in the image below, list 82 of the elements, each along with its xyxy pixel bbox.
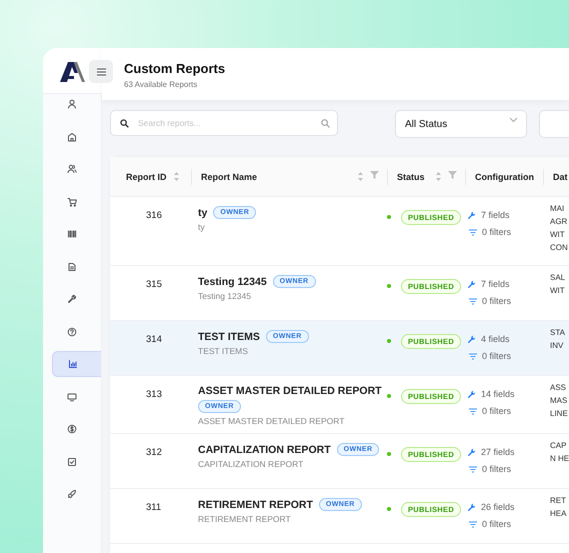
logo-icon: [60, 61, 85, 83]
column-title: Status: [397, 172, 425, 182]
filters-count: 0 filters: [467, 227, 543, 237]
menu-button[interactable]: [89, 60, 113, 83]
building-icon: [67, 132, 77, 142]
wrench-icon: [467, 448, 476, 456]
report-name[interactable]: ty: [198, 206, 208, 218]
filter-icon: [469, 298, 477, 304]
fields-count: 26 fields: [467, 502, 543, 512]
filters-count: 0 filters: [467, 296, 543, 306]
table-cell: RET HEA: [543, 489, 569, 544]
filter-icon: [469, 408, 477, 414]
filters-count: 0 filters: [467, 406, 543, 416]
report-description: Testing 12345: [198, 291, 252, 301]
wrench-icon: [67, 294, 77, 304]
report-description: CAPITALIZATION REPORT: [198, 459, 304, 469]
menu-icon: [96, 68, 106, 76]
table-cell: STA INV: [543, 321, 569, 376]
wrench-icon: [467, 210, 476, 220]
status-dropdown[interactable]: All Status: [395, 110, 527, 138]
filter-icon: [469, 466, 477, 472]
barcode-icon: [67, 229, 77, 239]
sidebar-item[interactable]: [52, 351, 101, 377]
fields-count: 7 fields: [467, 279, 543, 289]
report-name[interactable]: ASSET MASTER DETAILED REPORT: [198, 385, 382, 397]
filter-icon: [469, 352, 477, 360]
status-dot: [387, 452, 391, 456]
column-title: Configuration: [475, 172, 534, 182]
monitor-icon: [67, 392, 77, 402]
search-icon[interactable]: [321, 118, 330, 128]
chart-icon: [68, 359, 78, 369]
dollar-icon: [67, 424, 77, 434]
report-description: ty: [198, 222, 206, 232]
cart-icon: [67, 196, 77, 206]
page-title: Custom Reports: [124, 61, 226, 76]
fields-count: 7 fields: [467, 210, 543, 220]
column-title: Report Name: [201, 172, 258, 182]
search-icon: [120, 118, 129, 128]
status-dot: [387, 507, 391, 511]
column-header[interactable]: Report ID: [110, 157, 191, 197]
table-cell: 313: [110, 376, 191, 434]
column-title: Dat: [553, 172, 568, 182]
report-name[interactable]: TEST ITEMS: [198, 330, 260, 342]
report-name[interactable]: RETIREMENT REPORT: [198, 498, 313, 510]
table-cell: 311: [110, 489, 191, 544]
report-name[interactable]: Testing 12345: [198, 276, 267, 288]
wrench-icon: [467, 390, 476, 398]
table-cell: 314: [110, 321, 191, 376]
table-cell: ASS MAS LINE: [543, 376, 569, 434]
table-cell: 312: [110, 434, 191, 489]
filter-icon: [469, 228, 477, 236]
filters-count: 0 filters: [467, 464, 543, 474]
table-cell: 316: [110, 197, 191, 266]
status-dot: [387, 215, 391, 219]
help-icon: [67, 326, 77, 336]
filters-count: 0 filters: [467, 519, 543, 529]
report-description: TEST ITEMS: [198, 346, 249, 356]
fields-count: 14 fields: [467, 389, 543, 399]
wrench-icon: [467, 334, 476, 344]
table-cell: MAI AGR WIT CON: [543, 197, 569, 266]
user-icon: [67, 99, 77, 109]
table-cell: CAP N HE: [543, 434, 569, 489]
status-dot: [387, 284, 391, 288]
document-icon: [67, 262, 77, 272]
report-count: 63 Available Reports: [124, 80, 198, 89]
report-description: RETIREMENT REPORT: [198, 514, 292, 524]
filter-icon: [469, 520, 477, 528]
report-name[interactable]: CAPITALIZATION REPORT: [198, 444, 331, 456]
column-title: Report ID: [126, 172, 166, 182]
report-description: ASSET MASTER DETAILED REPORT: [198, 416, 346, 426]
chevron-icon: [509, 117, 518, 123]
status-dot: [387, 339, 391, 343]
checkbox-icon: [67, 456, 77, 466]
fields-count: 4 fields: [467, 334, 543, 344]
wrench-icon: [467, 280, 476, 288]
wrench-icon: [467, 502, 476, 512]
fields-count: 27 fields: [467, 447, 543, 457]
search-field[interactable]: Search reports...: [110, 110, 338, 136]
users-icon: [67, 164, 77, 174]
filters-count: 0 filters: [467, 351, 543, 361]
rocket-icon: [67, 489, 77, 499]
status-dot: [387, 394, 391, 398]
